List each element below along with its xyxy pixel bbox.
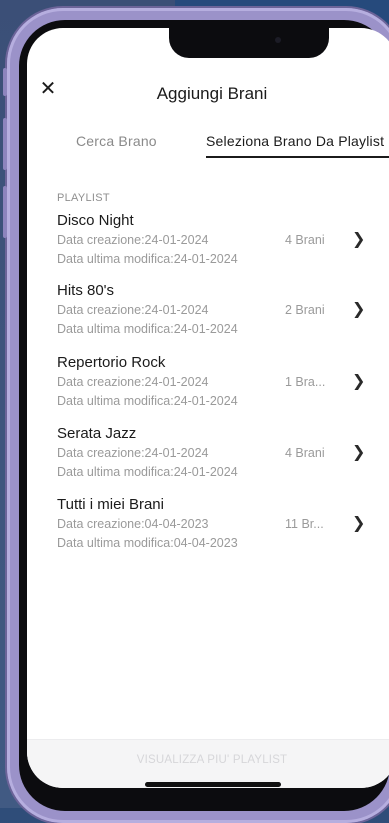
footer-bar: VISUALIZZA PIU' PLAYLIST bbox=[27, 739, 389, 788]
section-label: PLAYLIST bbox=[57, 192, 110, 204]
playlist-track-count: 4 Brani bbox=[285, 446, 325, 460]
playlist-created: Data creazione:24-01-2024 bbox=[57, 446, 209, 460]
playlist-modified: Data ultima modifica:24-01-2024 bbox=[57, 394, 238, 408]
chevron-right-icon[interactable]: ❯ bbox=[352, 372, 366, 392]
playlist-row[interactable]: Disco Night Data creazione:24-01-2024 Da… bbox=[27, 212, 389, 278]
tab-bar: Cerca Brano Seleziona Brano Da Playlist bbox=[27, 128, 389, 170]
side-button-3 bbox=[3, 186, 7, 238]
playlist-modified: Data ultima modifica:24-01-2024 bbox=[57, 465, 238, 479]
tab-cerca-brano[interactable]: Cerca Brano bbox=[76, 128, 157, 170]
front-camera-icon bbox=[275, 37, 281, 43]
playlist-created: Data creazione:24-01-2024 bbox=[57, 233, 209, 247]
notch bbox=[169, 28, 329, 58]
tab-seleziona-brano-da-playlist[interactable]: Seleziona Brano Da Playlist bbox=[206, 128, 384, 170]
playlist-created: Data creazione:24-01-2024 bbox=[57, 375, 209, 389]
chevron-right-icon[interactable]: ❯ bbox=[352, 514, 366, 534]
playlist-row[interactable]: Hits 80's Data creazione:24-01-2024 Data… bbox=[27, 282, 389, 348]
page-title: Aggiungi Brani bbox=[156, 84, 268, 103]
playlist-created: Data creazione:04-04-2023 bbox=[57, 517, 209, 531]
playlist-row[interactable]: Serata Jazz Data creazione:24-01-2024 Da… bbox=[27, 425, 389, 491]
playlist-name: Repertorio Rock bbox=[57, 354, 166, 371]
playlist-name: Hits 80's bbox=[57, 282, 115, 299]
playlist-track-count: 2 Brani bbox=[285, 303, 325, 317]
chevron-right-icon[interactable]: ❯ bbox=[352, 300, 366, 320]
side-button-1 bbox=[3, 68, 7, 96]
active-tab-indicator bbox=[206, 156, 389, 158]
playlist-row[interactable]: Tutti i miei Brani Data creazione:04-04-… bbox=[27, 496, 389, 562]
playlist-name: Serata Jazz bbox=[57, 425, 137, 442]
chevron-right-icon[interactable]: ❯ bbox=[352, 443, 366, 463]
playlist-name: Tutti i miei Brani bbox=[57, 496, 164, 513]
chevron-right-icon[interactable]: ❯ bbox=[352, 230, 366, 250]
playlist-modified: Data ultima modifica:04-04-2023 bbox=[57, 536, 238, 550]
playlist-track-count: 11 Br... bbox=[285, 517, 324, 531]
playlist-track-count: 1 Bra... bbox=[285, 375, 326, 389]
playlist-modified: Data ultima modifica:24-01-2024 bbox=[57, 322, 238, 336]
playlist-name: Disco Night bbox=[57, 212, 134, 229]
home-indicator[interactable] bbox=[145, 782, 281, 787]
side-button-2 bbox=[3, 118, 7, 170]
playlist-row[interactable]: Repertorio Rock Data creazione:24-01-202… bbox=[27, 354, 389, 420]
playlist-created: Data creazione:24-01-2024 bbox=[57, 303, 209, 317]
show-more-playlists-button[interactable]: VISUALIZZA PIU' PLAYLIST bbox=[27, 754, 389, 766]
playlist-modified: Data ultima modifica:24-01-2024 bbox=[57, 252, 238, 266]
app-screen: ✕ Aggiungi Brani Cerca Brano Seleziona B… bbox=[27, 28, 389, 788]
playlist-track-count: 4 Brani bbox=[285, 233, 325, 247]
